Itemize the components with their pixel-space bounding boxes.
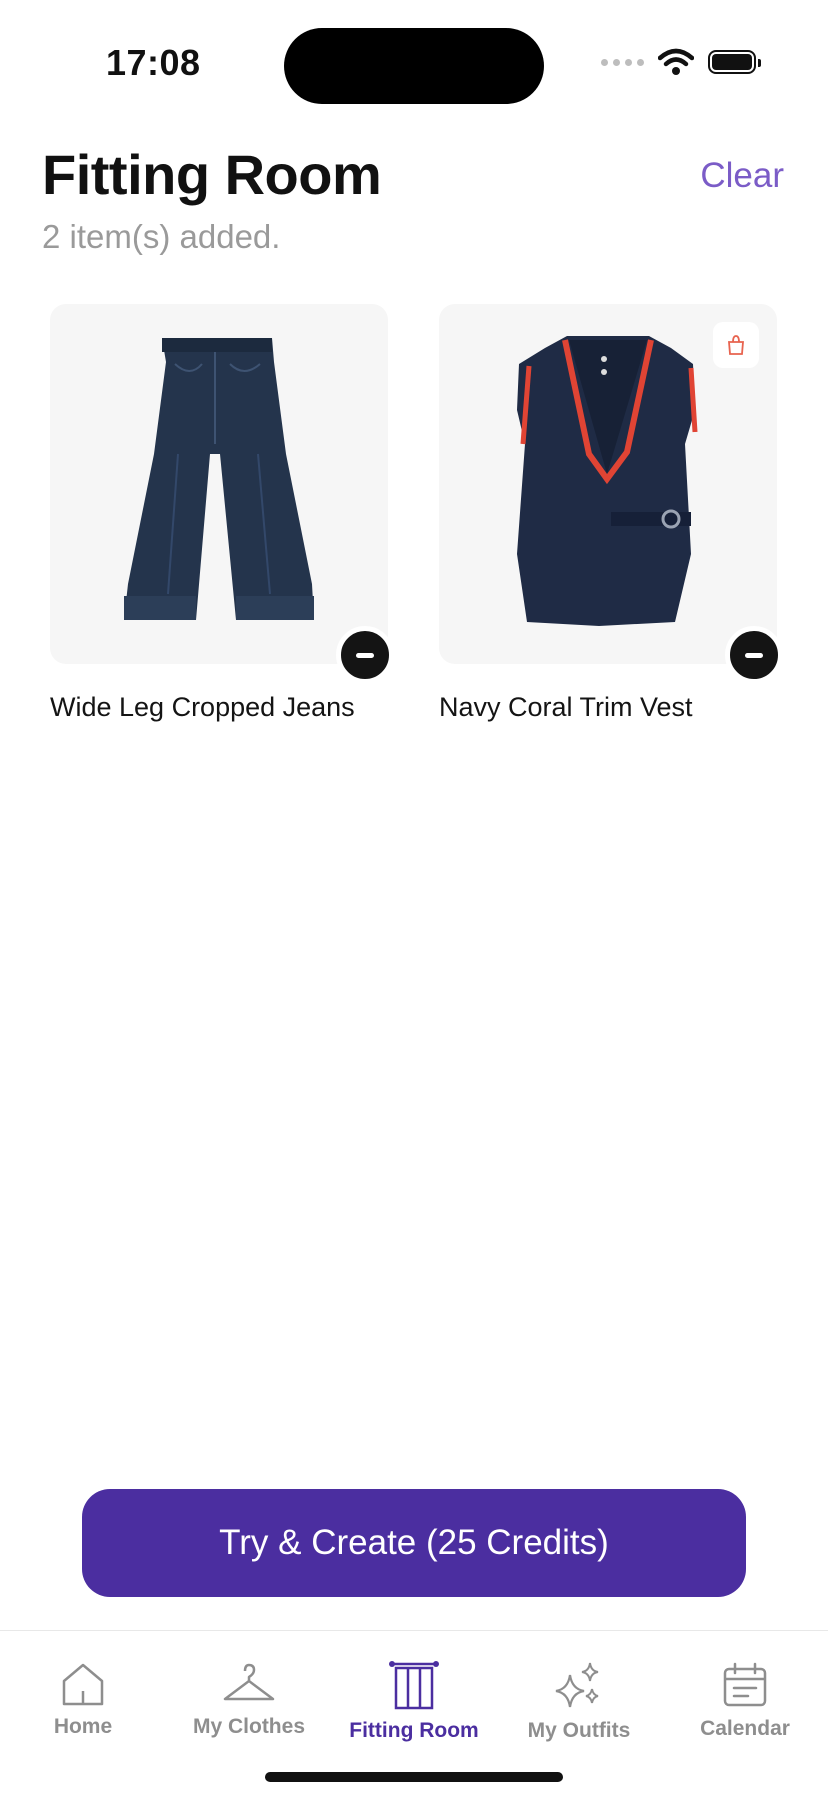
wifi-icon (658, 48, 694, 75)
cellular-signal-icon (601, 58, 644, 66)
item-card-jeans[interactable]: Wide Leg Cropped Jeans (50, 304, 394, 723)
home-indicator (265, 1772, 563, 1782)
clear-button[interactable]: Clear (700, 156, 784, 196)
item-thumbnail[interactable] (50, 304, 394, 684)
calendar-icon (723, 1662, 767, 1707)
remove-item-button[interactable] (725, 626, 783, 684)
tab-label: My Clothes (192, 1715, 305, 1738)
shopping-bag-icon (728, 335, 744, 355)
jeans-image (124, 338, 314, 620)
hanger-icon (223, 1663, 275, 1701)
item-count-label: 2 item(s) added. (42, 218, 281, 255)
tab-calendar[interactable]: Calendar (662, 1661, 828, 1741)
item-name: Wide Leg Cropped Jeans (50, 692, 355, 722)
shopping-bag-badge[interactable] (713, 322, 759, 368)
home-icon (62, 1663, 104, 1706)
item-thumbnail[interactable] (439, 304, 783, 684)
status-icons (601, 48, 761, 76)
item-name: Navy Coral Trim Vest (439, 692, 693, 722)
page-title: Fitting Room (42, 143, 382, 206)
tab-my-clothes[interactable]: My Clothes (166, 1661, 332, 1739)
remove-item-button[interactable] (336, 626, 394, 684)
item-card-vest[interactable]: Navy Coral Trim Vest (439, 304, 783, 723)
tab-label: Calendar (700, 1717, 790, 1740)
tab-label: My Outfits (527, 1719, 631, 1742)
status-time: 17:08 (106, 42, 201, 83)
battery-icon (708, 50, 761, 74)
tab-home[interactable]: Home (0, 1661, 166, 1739)
minus-icon (356, 652, 374, 658)
tab-fitting-room[interactable]: Fitting Room (331, 1661, 497, 1743)
tab-label: Home (53, 1715, 113, 1738)
tab-label: Fitting Room (349, 1719, 479, 1742)
try-create-button[interactable]: Try & Create (25 Credits) (82, 1489, 746, 1597)
fitting-room-icon (389, 1661, 439, 1710)
sparkles-icon (555, 1662, 599, 1708)
dynamic-island (284, 28, 544, 104)
minus-icon (745, 652, 763, 658)
tab-my-outfits[interactable]: My Outfits (496, 1661, 662, 1743)
